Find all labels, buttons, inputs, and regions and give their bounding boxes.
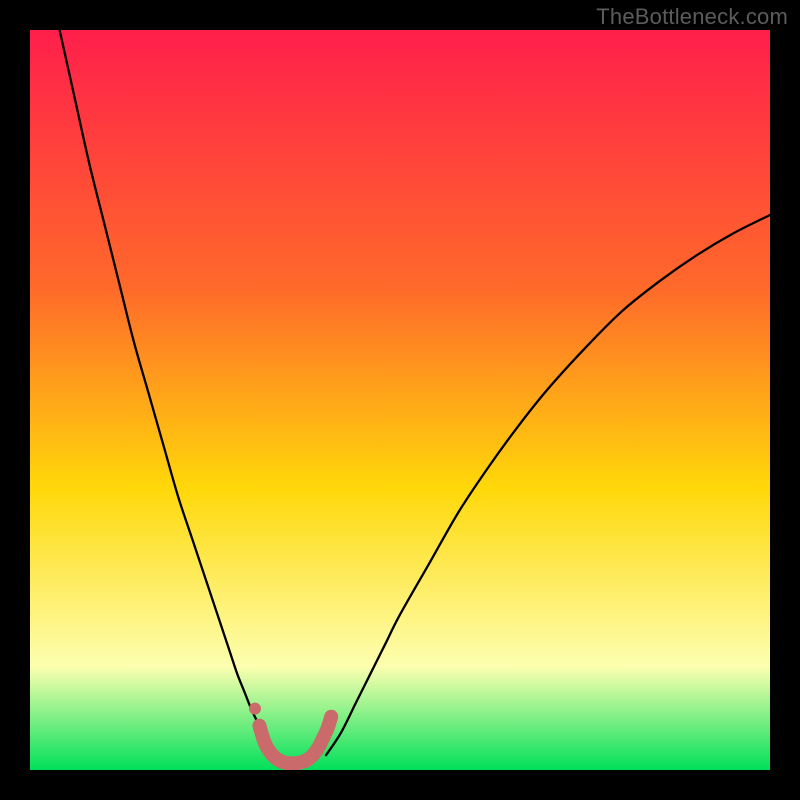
chart-svg [30,30,770,770]
chart-frame: TheBottleneck.com [0,0,800,800]
marker-left-dot [249,703,261,715]
plot-area [30,30,770,770]
watermark-text: TheBottleneck.com [596,4,788,30]
gradient-background [30,30,770,770]
